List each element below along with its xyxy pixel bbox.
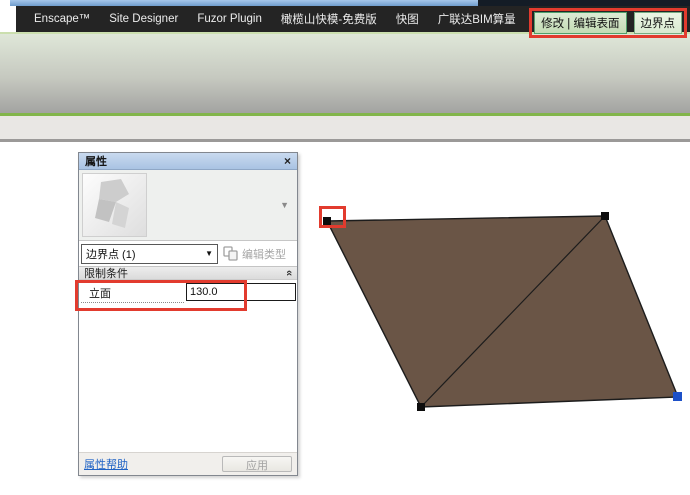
tab-modify-edit-surface[interactable]: 修改 | 编辑表面 (534, 12, 627, 34)
elevation-label: 立面 (89, 288, 111, 300)
properties-empty-area (79, 304, 297, 452)
tab-boundary-point[interactable]: 边界点 (633, 12, 682, 34)
section-header-constraints: 限制条件 « (79, 266, 297, 280)
properties-panel-title: 属性 (85, 156, 107, 168)
vertex-handle-top-right[interactable] (601, 212, 609, 220)
surface-face[interactable] (325, 215, 680, 408)
type-selector-value: 边界点 (1) (86, 248, 136, 261)
options-bar (0, 116, 690, 139)
edit-type-button[interactable]: 编辑类型 (223, 246, 286, 262)
tab-fuzor-plugin[interactable]: Fuzor Plugin (197, 13, 262, 25)
vertex-handle-bottom-left[interactable] (417, 403, 425, 411)
surface-shape[interactable] (300, 190, 690, 420)
properties-panel-titlebar[interactable]: 属性 × (79, 153, 297, 170)
tab-site-designer[interactable]: Site Designer (109, 13, 178, 25)
tab-olivehill-quickmodel[interactable]: 橄榄山快模-免费版 (281, 11, 377, 27)
tab-enscape[interactable]: Enscape™ (34, 13, 90, 25)
collapse-section-icon[interactable]: « (283, 270, 295, 276)
type-selector-row: 边界点 (1) ▼ 编辑类型 (79, 241, 297, 266)
preview-dropdown-icon[interactable]: ▼ (280, 200, 289, 210)
section-header-label: 限制条件 (84, 268, 128, 280)
properties-footer: 属性帮助 应用 (79, 452, 297, 475)
vertex-handle-top-left[interactable] (323, 217, 331, 225)
parameter-row-elevation: 立面 (79, 280, 297, 304)
properties-panel: 属性 × ▼ 边界点 (1) ▼ 编辑类型 限制条件 « 立面 130.0 属性… (78, 152, 298, 476)
tab-glodon-bim[interactable]: 广联达BIM算量 (438, 11, 516, 27)
edit-type-label: 编辑类型 (242, 248, 286, 261)
ribbon-panel-area (0, 34, 690, 113)
dropdown-arrow-icon: ▼ (205, 249, 213, 258)
type-selector-dropdown[interactable]: 边界点 (1) ▼ (81, 243, 218, 264)
mass-thumbnail-icon (95, 179, 129, 228)
type-preview-image (82, 173, 147, 237)
edit-type-icon (223, 246, 238, 261)
apply-button[interactable]: 应用 (222, 456, 292, 472)
ribbon-tab-bar: Enscape™ Site Designer Fuzor Plugin 橄榄山快… (16, 6, 690, 38)
type-preview-row: ▼ (79, 170, 297, 241)
tab-kuaitu[interactable]: 快图 (396, 11, 419, 27)
application-window: Enscape™ Site Designer Fuzor Plugin 橄榄山快… (0, 0, 690, 495)
row-separator (81, 302, 184, 303)
properties-help-link[interactable]: 属性帮助 (84, 456, 128, 472)
elevation-input[interactable] (186, 283, 296, 301)
annotation-box-tabs: 修改 | 编辑表面 边界点 (529, 8, 687, 38)
close-icon[interactable]: × (284, 155, 291, 167)
vertex-handle-bottom-right-selected[interactable] (673, 392, 682, 401)
